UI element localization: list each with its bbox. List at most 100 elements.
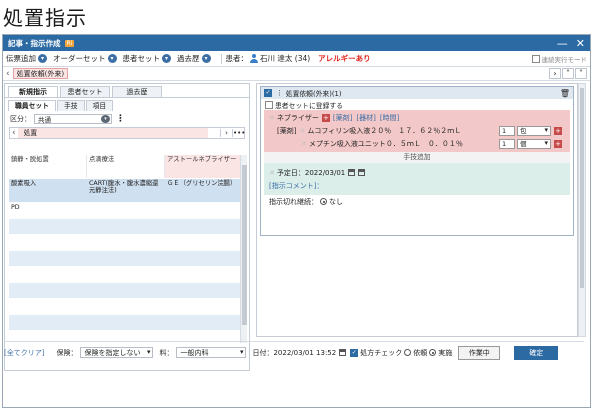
time-link[interactable]: [時間] — [380, 113, 399, 123]
grid-header: 鎮静・脱処置 点滴療法 アストールネブライザー — [9, 155, 243, 179]
more-horizontal-icon[interactable]: ••• — [232, 129, 245, 137]
unit-select[interactable]: 個 — [517, 138, 551, 149]
clear-all-link[interactable]: [全てクリア] — [4, 348, 44, 358]
unit-select[interactable]: 包 — [517, 125, 551, 136]
insurance-select[interactable]: 保険を指定しない — [80, 347, 154, 358]
grid-cell[interactable] — [87, 203, 165, 218]
radio-selected-icon[interactable] — [429, 349, 437, 356]
allergy-alert[interactable]: アレルギーあり — [318, 53, 371, 64]
grid-cell[interactable]: ＧＥ（グリセリン浣腸） — [165, 179, 243, 202]
grid-cell[interactable]: PD — [9, 203, 87, 218]
radio-selected-icon[interactable] — [320, 198, 327, 205]
quantity-field[interactable]: 1 — [499, 138, 515, 149]
close-icon[interactable]: ✕ — [301, 140, 307, 148]
quantity-field[interactable]: 1 — [499, 125, 515, 136]
perform-radio-label: 実施 — [438, 348, 453, 357]
category-value: 共通 — [38, 116, 51, 124]
close-icon[interactable]: ✕ — [576, 37, 585, 50]
scrollbar-thumb[interactable] — [242, 165, 247, 325]
tab-item[interactable]: 項目 — [85, 100, 114, 111]
prescription-check-label: 処方チェック — [360, 348, 403, 357]
chevron-left-icon[interactable]: ‹ — [6, 69, 10, 79]
schedule-line: ✕ 予定日： 2022/03/01 — [269, 166, 565, 179]
tab-patient-set[interactable]: 患者セット — [60, 86, 110, 97]
scrollbar-thumb[interactable] — [580, 88, 584, 288]
grid-cell[interactable] — [165, 203, 243, 218]
grid-cell[interactable]: 点滴療法 — [87, 155, 165, 178]
patient-set-label: 患者セット — [122, 54, 161, 63]
table-row — [9, 299, 243, 315]
close-icon[interactable]: ✕ — [269, 169, 275, 177]
date-value[interactable]: 2022/03/01 13:52 — [273, 349, 336, 357]
chevron-right-icon[interactable]: › — [549, 68, 561, 79]
patient-set-button[interactable]: 患者セット ▾ — [122, 53, 171, 64]
table-row[interactable]: 酸素吸入 CART(腹水・腹水濃縮還元静注法) ＧＥ（グリセリン浣腸） — [9, 179, 243, 203]
chevron-down-icon: ▾ — [101, 115, 110, 123]
toolbar: 伝票追加 ▾ オーダーセット ▾ 患者セット ▾ 過去歴 ▾ 患者： 石川 達太 (34… — [3, 51, 590, 67]
tab-staff-set[interactable]: 職員セット — [8, 100, 56, 111]
chevron-down-icon[interactable]: ˅ — [575, 68, 587, 79]
add-procedure-button[interactable]: 手技追加 — [264, 152, 570, 163]
drug-link[interactable]: [薬剤] — [333, 113, 352, 123]
comment-label[interactable]: [指示コメント]： — [269, 181, 323, 191]
date-label: 日付： — [252, 348, 274, 357]
table-row — [9, 251, 243, 267]
table-row[interactable]: PD — [9, 203, 243, 219]
calendar-icon[interactable] — [348, 169, 356, 176]
set-tabs: 職員セット 手技 項目 — [5, 98, 249, 111]
calendar-icon[interactable] — [339, 349, 347, 356]
checkbox-checked-icon[interactable]: ✓ — [264, 89, 272, 97]
tab-procedure[interactable]: 手技 — [56, 100, 85, 111]
request-radio-label: 依頼 — [413, 348, 428, 357]
confirm-button[interactable]: 確定 — [514, 345, 559, 360]
chevron-up-icon[interactable]: ˄ — [562, 68, 574, 79]
add-icon[interactable]: + — [321, 114, 330, 122]
continuous-mode-toggle[interactable]: 連続実行モード — [531, 54, 587, 64]
calendar-range-icon[interactable] — [358, 169, 366, 176]
grid-cell[interactable]: 酸素吸入 — [9, 179, 87, 202]
add-icon[interactable]: + — [554, 139, 562, 148]
procedure-line: ✕ ネブライザー + [薬剤] [器材] [時間] — [269, 112, 565, 124]
more-vertical-icon[interactable]: ⋮ — [116, 114, 125, 124]
close-icon[interactable]: ✕ — [299, 127, 305, 135]
window-title: 記事・指示作成 — [8, 38, 61, 48]
checkbox-checked-icon[interactable]: ✓ — [350, 348, 359, 357]
chevron-down-icon: ▾ — [38, 54, 47, 63]
cutoff-label: 指示切れ継続： — [269, 197, 318, 206]
order-card-title: 処置依頼(外来)(1) — [285, 90, 342, 98]
schedule-date[interactable]: 2022/03/01 — [305, 169, 345, 177]
grid-cell[interactable]: CART(腹水・腹水濃縮還元静注法) — [87, 179, 165, 202]
history-button[interactable]: 過去歴 ▾ — [177, 53, 211, 64]
table-row — [9, 219, 243, 235]
category-select[interactable]: 共通 ▾ — [34, 114, 112, 124]
tab-history[interactable]: 過去歴 — [112, 86, 162, 97]
department-select[interactable]: 一般内科 — [176, 347, 247, 358]
more-vertical-icon[interactable]: ⋮ — [276, 89, 283, 97]
order-set-button[interactable]: オーダーセット ▾ — [53, 53, 117, 64]
procedure-name: ネブライザー — [276, 114, 319, 122]
table-row — [9, 235, 243, 251]
work-in-progress-button[interactable]: 作業中 — [458, 345, 501, 360]
left-panel: 新規指示 患者セット 過去歴 職員セット 手技 項目 区分： 共通 ▾ ⋮ ‹ 処… — [4, 83, 250, 371]
minimize-icon[interactable]: — — [557, 37, 568, 50]
chevron-right-icon[interactable]: › — [220, 129, 232, 137]
window-titlebar: 記事・指示作成 Ri — ✕ — [3, 35, 590, 51]
add-icon[interactable]: + — [554, 126, 562, 135]
chevron-left-icon[interactable]: ‹ — [12, 128, 16, 138]
grid-cell[interactable]: アストールネブライザー — [165, 155, 243, 178]
material-link[interactable]: [器材] — [356, 113, 375, 123]
trash-icon[interactable]: 🗑 — [560, 89, 570, 98]
register-patient-set[interactable]: 患者セットに登録する — [261, 99, 573, 110]
add-slip-button[interactable]: 伝票追加 ▾ — [6, 53, 47, 64]
breadcrumb-label: 処置 — [17, 128, 208, 138]
grid-cell[interactable]: 鎮静・脱処置 — [9, 155, 87, 178]
tab-treatment-request[interactable]: 処置依頼(外来) — [12, 68, 69, 79]
schedule-label: 予定日： — [276, 168, 305, 177]
tab-new-order[interactable]: 新規指示 — [8, 86, 58, 97]
radio-icon[interactable] — [404, 349, 412, 356]
window-badge: Ri — [64, 39, 75, 47]
order-scrollbar[interactable] — [578, 83, 586, 337]
person-icon — [250, 54, 258, 63]
grid-scrollbar[interactable] — [240, 155, 247, 343]
close-icon[interactable]: ✕ — [269, 114, 275, 122]
